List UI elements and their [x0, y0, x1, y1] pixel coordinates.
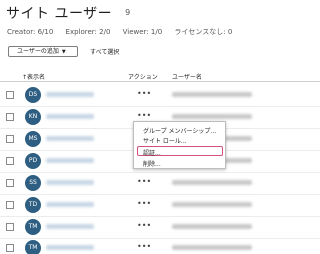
row-actions-button[interactable]: •••: [137, 242, 151, 251]
stat-unlicensed: ライセンスなし: 0: [174, 28, 233, 36]
display-name-blurred[interactable]: [46, 245, 94, 250]
column-actions: アクション: [128, 74, 158, 81]
avatar: TM: [25, 219, 41, 235]
stat-creator: Creator: 6/10: [7, 28, 54, 36]
add-user-button[interactable]: ユーザーの追加 ▼: [8, 46, 78, 57]
row-checkbox[interactable]: [6, 157, 14, 165]
display-name-blurred[interactable]: [46, 92, 94, 97]
row-actions-button[interactable]: •••: [137, 199, 151, 208]
row-context-menu: グループ メンバーシップ... サイト ロール... 認証... 削除...: [133, 121, 226, 169]
row-checkbox[interactable]: [6, 91, 14, 99]
row-actions-button[interactable]: •••: [137, 221, 151, 230]
license-stats: Creator: 6/10 Explorer: 2/0 Viewer: 1/0 …: [7, 27, 242, 37]
row-checkbox[interactable]: [6, 135, 14, 143]
display-name-blurred[interactable]: [46, 202, 94, 207]
display-name-blurred[interactable]: [46, 158, 94, 163]
table-header: ↑表示名 アクション ユーザー名: [0, 68, 320, 82]
menu-item-remove[interactable]: 削除...: [143, 159, 161, 168]
display-name-blurred[interactable]: [46, 136, 94, 141]
table-row: SS •••: [0, 173, 320, 195]
column-display-name[interactable]: ↑表示名: [22, 72, 45, 81]
username-blurred: [172, 180, 252, 185]
display-name-blurred[interactable]: [46, 224, 94, 229]
stat-viewer: Viewer: 1/0: [122, 28, 163, 36]
avatar: KN: [25, 109, 41, 125]
avatar: SS: [25, 175, 41, 191]
page-title-text: サイト ユーザー: [6, 6, 113, 22]
table-row: TD •••: [0, 195, 320, 217]
avatar: MS: [25, 131, 41, 147]
display-name-blurred[interactable]: [46, 180, 94, 185]
row-actions-button[interactable]: •••: [137, 89, 151, 98]
table-row: TM •••: [0, 238, 320, 254]
row-checkbox[interactable]: [6, 223, 14, 231]
add-user-label: ユーザーの追加: [17, 48, 59, 55]
menu-item-authentication[interactable]: 認証...: [143, 148, 161, 157]
row-checkbox[interactable]: [6, 244, 14, 252]
avatar: TM: [25, 240, 41, 254]
row-checkbox[interactable]: [6, 201, 14, 209]
row-checkbox[interactable]: [6, 179, 14, 187]
row-checkbox[interactable]: [6, 113, 14, 121]
username-blurred: [172, 202, 252, 207]
header-divider: [0, 81, 320, 82]
menu-item-site-role[interactable]: サイト ロール...: [143, 136, 187, 145]
user-count: 9: [125, 8, 131, 17]
username-blurred: [172, 224, 252, 229]
avatar: PD: [25, 153, 41, 169]
row-actions-button[interactable]: •••: [137, 177, 151, 186]
page-title: サイト ユーザー 9: [6, 3, 131, 23]
avatar: TD: [25, 197, 41, 213]
chevron-down-icon: ▼: [61, 49, 66, 55]
select-all-button[interactable]: すべて選択: [90, 47, 119, 56]
username-blurred: [172, 92, 252, 97]
avatar: DS: [25, 87, 41, 103]
table-row: TM •••: [0, 217, 320, 239]
username-blurred: [172, 245, 252, 250]
table-row: DS •••: [0, 85, 320, 107]
column-username[interactable]: ユーザー名: [172, 72, 202, 81]
menu-item-group-membership[interactable]: グループ メンバーシップ...: [143, 126, 216, 135]
stat-explorer: Explorer: 2/0: [65, 28, 111, 36]
row-actions-button[interactable]: •••: [137, 111, 151, 120]
username-blurred: [172, 114, 252, 119]
display-name-blurred[interactable]: [46, 114, 94, 119]
